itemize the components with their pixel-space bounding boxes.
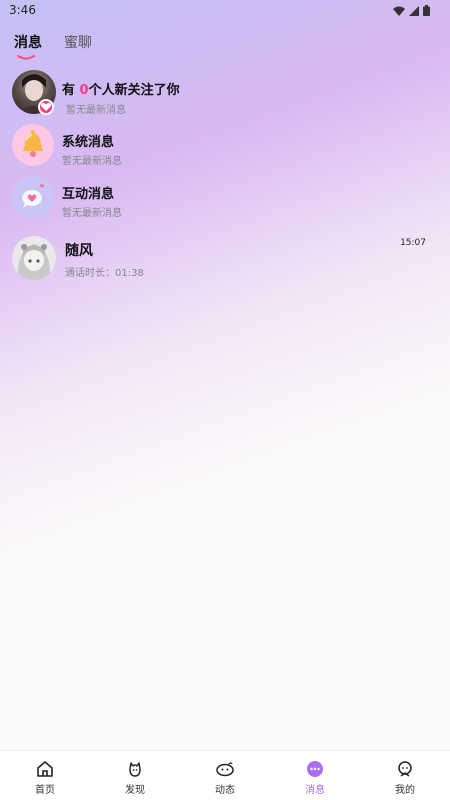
battery-icon — [423, 5, 430, 16]
nav-moments[interactable]: 动态 — [180, 751, 270, 800]
nav-profile-label: 我的 — [395, 785, 415, 796]
heart-badge-icon — [38, 99, 54, 115]
profile-icon — [398, 761, 412, 777]
tab-messages-label: 消息 — [14, 35, 42, 51]
new-followers-count: 0 — [79, 83, 89, 98]
new-followers-subtitle: 暂无最新消息 — [66, 105, 126, 116]
list-item-chat-suifeng[interactable]: 随风 通话时长：01:38 15:07 — [0, 232, 450, 288]
list-item-interaction-messages[interactable]: 互动消息 暂无最新消息 — [0, 174, 450, 230]
message-tabs: 消息 蜜聊 — [14, 32, 92, 60]
interaction-messages-subtitle: 暂无最新消息 — [62, 208, 122, 219]
tab-messages[interactable]: 消息 — [14, 32, 42, 60]
nav-profile[interactable]: 我的 — [360, 751, 450, 800]
message-icon — [307, 761, 323, 777]
chat-call-duration: 通话时长：01:38 — [65, 268, 144, 279]
nav-home-label: 首页 — [35, 785, 55, 796]
system-messages-subtitle: 暂无最新消息 — [62, 156, 122, 167]
home-icon — [37, 761, 53, 777]
interaction-messages-title: 互动消息 — [62, 187, 115, 202]
chat-bubble-heart-icon — [22, 184, 45, 208]
bottom-nav: 首页 发现 动态 消息 我的 — [0, 750, 450, 800]
system-messages-title: 系统消息 — [62, 135, 115, 150]
chat-timestamp: 15:07 — [400, 238, 426, 248]
bell-icon — [23, 130, 43, 157]
tab-sweet-chat[interactable]: 蜜聊 — [64, 32, 92, 54]
tab-sweet-chat-label: 蜜聊 — [64, 35, 92, 51]
status-time: 3:46 — [9, 3, 36, 17]
nav-discover-label: 发现 — [125, 785, 145, 796]
discover-icon — [129, 762, 141, 777]
avatar — [12, 176, 54, 218]
list-item-system-messages[interactable]: 系统消息 暂无最新消息 — [0, 121, 450, 177]
list-item-new-followers[interactable]: 有 0个人新关注了你 暂无最新消息 — [0, 64, 450, 120]
new-followers-title: 有 0个人新关注了你 — [62, 79, 180, 98]
tab-active-indicator — [17, 55, 35, 60]
nav-messages-label: 消息 — [305, 785, 325, 796]
title-suffix: 个人新关注了你 — [88, 83, 180, 98]
anime-girl-avatar-icon — [17, 244, 51, 280]
avatar — [12, 236, 56, 280]
title-prefix: 有 — [62, 83, 80, 98]
wifi-icon — [393, 6, 405, 16]
status-icons — [393, 5, 430, 16]
signal-icon — [409, 5, 419, 16]
nav-moments-label: 动态 — [215, 785, 235, 796]
nav-messages[interactable]: 消息 — [270, 751, 360, 800]
status-bar: 3:46 — [0, 0, 450, 22]
nav-home[interactable]: 首页 — [0, 751, 90, 800]
avatar — [12, 124, 54, 166]
nav-discover[interactable]: 发现 — [90, 751, 180, 800]
chat-contact-name: 随风 — [65, 243, 93, 259]
moments-icon — [216, 762, 234, 777]
